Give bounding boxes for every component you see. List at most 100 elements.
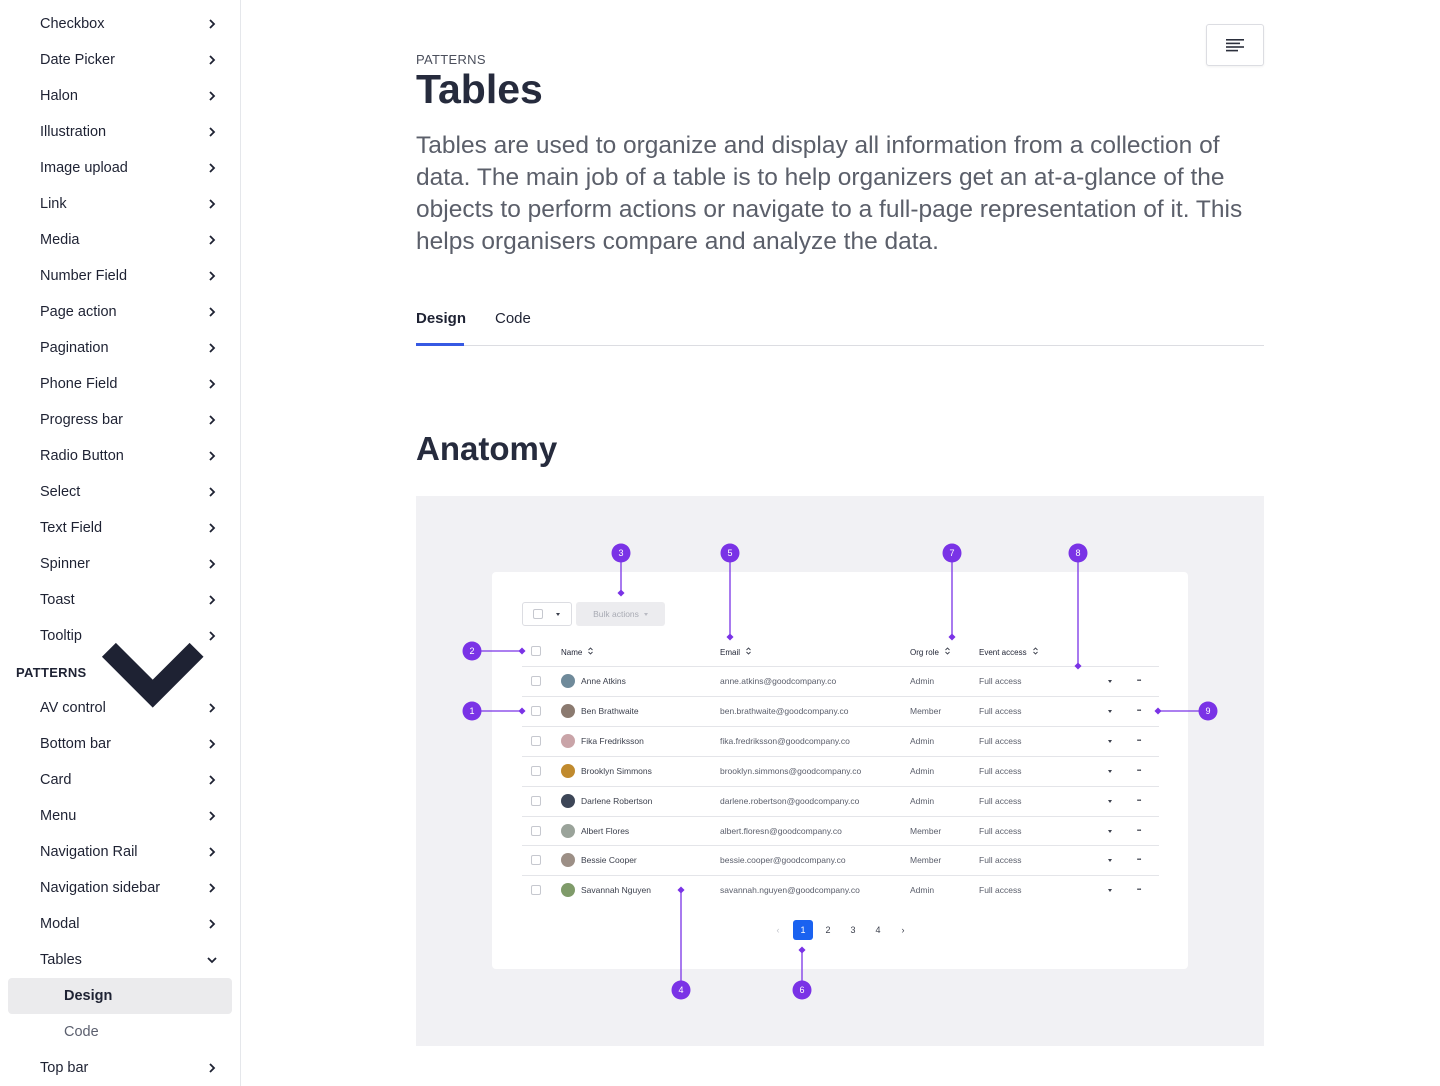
sidebar-item-link[interactable]: Link (8, 186, 232, 222)
section-heading-anatomy: Anatomy (416, 430, 558, 467)
sidebar-item-media[interactable]: Media (8, 222, 232, 258)
sidebar-item-label: Card (40, 772, 72, 788)
sidebar-item-label: Halon (40, 88, 78, 104)
chevron-right-icon (209, 343, 216, 353)
sidebar-item-navigation-sidebar[interactable]: Navigation sidebar (8, 870, 232, 906)
page-title: Tables (416, 66, 543, 112)
sidebar-item-progress-bar[interactable]: Progress bar (8, 402, 232, 438)
callout-marker-8: 8 (1068, 543, 1088, 670)
sidebar-item-radio-button[interactable]: Radio Button (8, 438, 232, 474)
callout-number: 7 (949, 548, 954, 558)
callout-number: 4 (678, 985, 683, 995)
callout-markers: 1 2 3 4 5 6 7 8 9 (462, 543, 1218, 1000)
callout-marker-2: 2 (462, 641, 526, 661)
sidebar-item-label: Image upload (40, 160, 128, 176)
tab-bar: Design Code (416, 300, 1264, 346)
callout-number: 9 (1205, 706, 1210, 716)
sidebar: Checkbox Date Picker Halon Illustration Imag… (0, 0, 241, 1086)
chevron-right-icon (209, 847, 216, 857)
chevron-right-icon (209, 91, 216, 101)
chevron-right-icon (209, 415, 216, 425)
chevron-right-icon (209, 883, 216, 893)
sidebar-item-top-bar[interactable]: Top bar (8, 1050, 232, 1086)
chevron-right-icon (209, 199, 216, 209)
sidebar-item-navigation-rail[interactable]: Navigation Rail (8, 834, 232, 870)
chevron-right-icon (209, 379, 216, 389)
chevron-down-icon (207, 957, 217, 964)
chevron-right-icon (209, 307, 216, 317)
sidebar-item-label: Top bar (40, 1060, 89, 1076)
page-eyebrow: PATTERNS (416, 52, 486, 67)
sidebar-item-label: PATTERNS (16, 664, 87, 680)
callout-marker-6: 6 (792, 946, 812, 1000)
sidebar-subitem-code[interactable]: Code (8, 1014, 232, 1050)
sidebar-item-label: Media (40, 232, 80, 248)
sidebar-item-label: Text Field (40, 520, 103, 536)
callout-number: 6 (799, 985, 804, 995)
sidebar-item-modal[interactable]: Modal (8, 906, 232, 942)
sidebar-item-label: Link (40, 196, 67, 212)
callout-number: 3 (618, 548, 623, 558)
sidebar-item-label: Toast (40, 592, 75, 608)
sidebar-item-halon[interactable]: Halon (8, 78, 232, 114)
sidebar-item-menu[interactable]: Menu (8, 798, 232, 834)
sidebar-item-label: Menu (40, 808, 77, 824)
sidebar-item-label: Tooltip (40, 628, 82, 644)
sidebar-subitem-design[interactable]: Design (8, 978, 232, 1014)
chevron-right-icon (209, 811, 216, 821)
callout-marker-3: 3 (611, 543, 631, 597)
table-of-contents-button[interactable] (1206, 24, 1264, 66)
toc-icon (1226, 39, 1244, 52)
sidebar-item-label: Select (40, 484, 81, 500)
callout-number: 1 (469, 706, 474, 716)
callout-number: 2 (469, 646, 474, 656)
sidebar-item-illustration[interactable]: Illustration (8, 114, 232, 150)
sidebar-item-card[interactable]: Card (8, 762, 232, 798)
sidebar-item-bottom-bar[interactable]: Bottom bar (8, 726, 232, 762)
chevron-right-icon (209, 55, 216, 65)
sidebar-item-date-picker[interactable]: Date Picker (8, 42, 232, 78)
callout-marker-1: 1 (462, 701, 526, 721)
tab-design[interactable]: Design (416, 310, 466, 327)
tab-code[interactable]: Code (495, 310, 531, 327)
active-tab-indicator (416, 343, 464, 346)
callout-marker-4: 4 (671, 886, 691, 1000)
sidebar-item-label: Page action (40, 304, 117, 320)
chevron-right-icon (209, 775, 216, 785)
sidebar-item-label: Navigation Rail (40, 844, 138, 860)
sidebar-item-label: Spinner (40, 556, 90, 572)
chevron-right-icon (209, 739, 216, 749)
sidebar-item-label: Illustration (40, 124, 107, 140)
sidebar-item-text-field[interactable]: Text Field (8, 510, 232, 546)
chevron-right-icon (209, 235, 216, 245)
chevron-right-icon (209, 595, 216, 605)
sidebar-item-checkbox[interactable]: Checkbox (8, 6, 232, 42)
sidebar-item-label: Code (64, 1024, 99, 1040)
sidebar-item-image-upload[interactable]: Image upload (8, 150, 232, 186)
sidebar-item-label: Modal (40, 916, 80, 932)
chevron-right-icon (209, 163, 216, 173)
sidebar-item-label: Bottom bar (40, 736, 111, 752)
sidebar-item-label: Design (64, 988, 113, 1004)
sidebar-item-label: AV control (40, 700, 106, 716)
sidebar-item-label: Date Picker (40, 52, 115, 68)
sidebar-item-page-action[interactable]: Page action (8, 294, 232, 330)
callout-marker-7: 7 (942, 543, 962, 641)
callout-number: 5 (727, 548, 732, 558)
sidebar-item-spinner[interactable]: Spinner (8, 546, 232, 582)
callout-marker-5: 5 (720, 543, 740, 641)
sidebar-section-patterns[interactable]: PATTERNS (8, 643, 232, 708)
anatomy-illustration: Bulk actions Name Email Org role Event acce… (416, 496, 1264, 1046)
sidebar-item-label: Navigation sidebar (40, 880, 161, 896)
chevron-right-icon (209, 127, 216, 137)
chevron-right-icon (209, 703, 216, 713)
callout-number: 8 (1075, 548, 1080, 558)
sidebar-item-pagination[interactable]: Pagination (8, 330, 232, 366)
sidebar-item-tables[interactable]: Tables (8, 942, 232, 978)
sidebar-item-label: Tables (40, 952, 82, 968)
sidebar-item-number-field[interactable]: Number Field (8, 258, 232, 294)
sidebar-item-av-control[interactable]: AV control (8, 690, 232, 726)
sidebar-item-label: Checkbox (40, 16, 105, 32)
sidebar-item-select[interactable]: Select (8, 474, 232, 510)
sidebar-item-phone-field[interactable]: Phone Field (8, 366, 232, 402)
